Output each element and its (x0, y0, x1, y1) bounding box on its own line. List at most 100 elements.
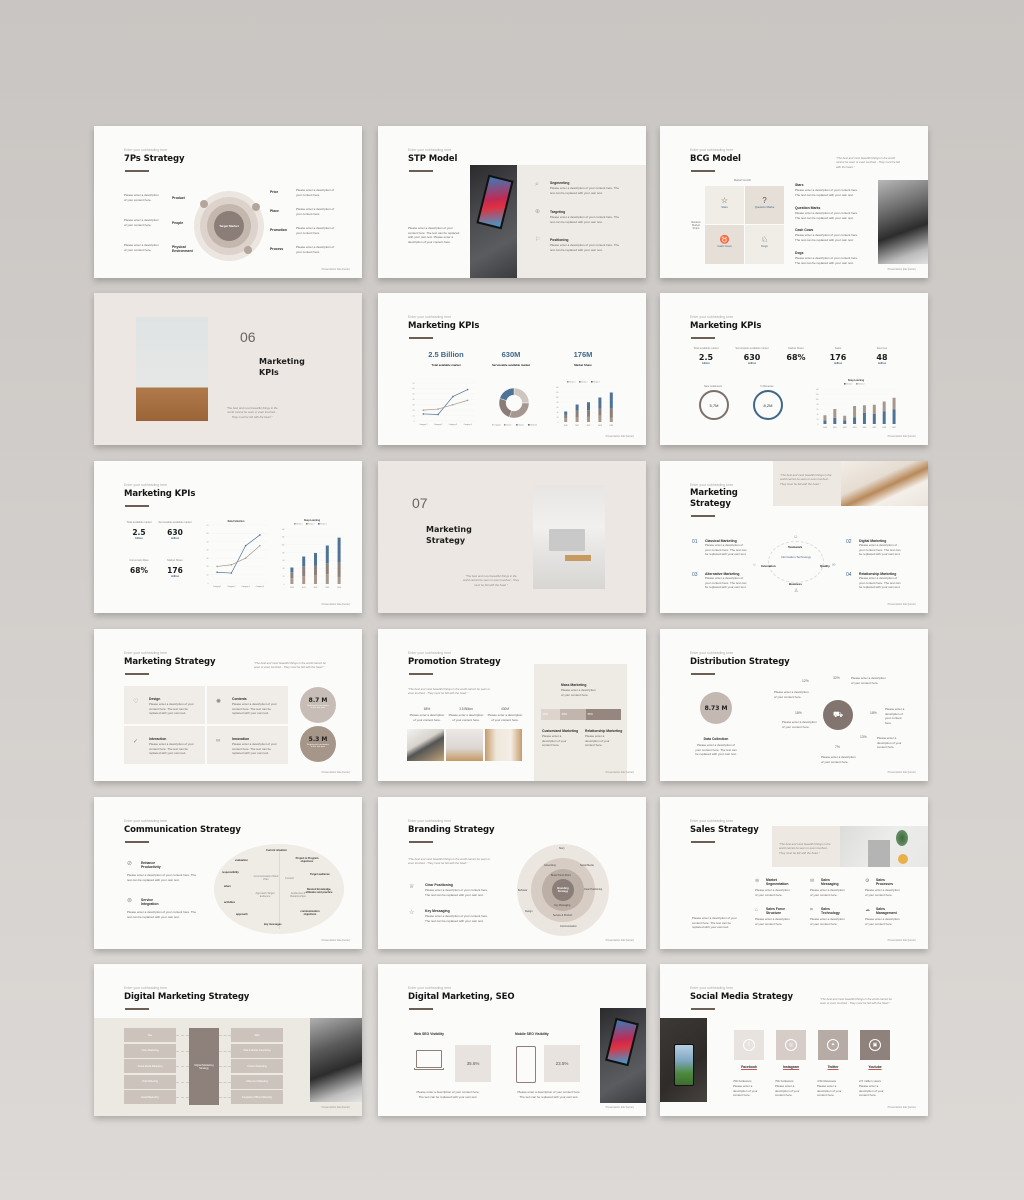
y-tick-label: 60 (557, 407, 559, 409)
section-title: Marketing (426, 525, 472, 534)
legend-label: Social (519, 425, 524, 427)
brand-item-label: Clear Positioning (425, 883, 453, 887)
social-tile[interactable]: f (734, 1030, 764, 1060)
slide-social-media-strategy[interactable]: Enter your subheading here Social Media … (660, 964, 928, 1116)
desc: Please enter a description of your conte… (550, 215, 619, 224)
strategy-cell: ✺ Contents Please enter a description of… (207, 686, 288, 724)
promo-panel-label: Customized Marketing (542, 729, 579, 733)
y-tick-label: 120 (816, 394, 819, 396)
digital-right-box: Integration Offline Marketing (231, 1090, 283, 1105)
bcg-cell-stars[interactable]: ☆ Stars (705, 186, 744, 224)
ring-label: Story (559, 847, 565, 850)
section-number: 06 (240, 329, 256, 345)
slide-digital-marketing-strategy[interactable]: Enter your subheading here Digital Marke… (94, 964, 362, 1116)
kpi-stat: Total available market 2.5 billion (126, 521, 152, 540)
ring-revenue: 8,2M (753, 390, 783, 420)
y-tick-label: 60 (817, 409, 819, 411)
bcg-cell-dogs[interactable]: ♘ Dogs (745, 225, 784, 264)
slide-subtitle: Enter your subheading here (690, 651, 734, 655)
desc: Please enter a description of your conte… (127, 910, 196, 919)
slide-section-07[interactable]: 07 Marketing Strategy "The best and most… (378, 461, 646, 613)
ellipse-label: Audiences & Relationships (290, 892, 306, 898)
quote: "The best and most beautiful things in t… (226, 406, 278, 419)
sales-item: ⌗ Sales Technology Please enter a descri… (810, 907, 845, 926)
digital-right-box: Influencer Marketing (231, 1074, 283, 1089)
slide-stp-model[interactable]: Enter your subheading here STP Model Ple… (378, 126, 646, 278)
data-point (422, 413, 425, 415)
title-underline (691, 515, 715, 517)
kpi-stat: Total available market 2.5 billion (693, 347, 719, 365)
kpi-label: Serviceable available market (491, 363, 531, 367)
pct: 7% (835, 745, 840, 749)
data-point (452, 395, 454, 398)
bcg-item-label: Dogs (795, 251, 804, 255)
y-tick-label: 120 (282, 537, 285, 539)
bar-segment (598, 397, 602, 409)
slide-7ps-strategy[interactable]: Enter your subheading here 7Ps Strategy … (94, 126, 362, 278)
social-label[interactable]: Youtube (860, 1065, 890, 1069)
social-label[interactable]: Instagram (776, 1065, 806, 1069)
slide-marketing-strategy-cycle[interactable]: Enter your subheading here Marketing Str… (660, 461, 928, 613)
slide-title: Communication Strategy (124, 825, 241, 835)
slide-marketing-strategy-grid[interactable]: Enter your subheading here Marketing Str… (94, 629, 362, 781)
slide-subtitle: Enter your subheading here (124, 819, 168, 823)
seo-value: 23.5% (544, 1045, 580, 1082)
ring-label: New customers (704, 385, 722, 388)
bcg-item-label: Stars (795, 183, 804, 187)
slide-branding-strategy[interactable]: Enter your subheading here Branding Stra… (378, 797, 646, 949)
y-tick-label: 20 (557, 417, 559, 419)
y-tick-label: 50 (413, 394, 415, 396)
strategy-cell: ♡ Design Please enter a description of y… (124, 686, 205, 724)
cycle-node: Teamwork (788, 545, 803, 549)
bcg-cell-question-marks[interactable]: ? Question Marks (745, 186, 784, 224)
data-point (244, 557, 247, 559)
slide-title: Marketing KPIs (408, 321, 480, 331)
notebook-shape (868, 840, 890, 867)
y-tick-label: 80 (283, 552, 285, 554)
pct: 13% (860, 735, 867, 739)
title-underline (409, 673, 433, 675)
x-tick-label: Category 3 (449, 423, 457, 426)
instagram-icon: ◎ (785, 1039, 797, 1051)
desc: Please enter a description of your conte… (409, 713, 445, 722)
bar-segment (598, 408, 602, 416)
cycle-node: Innovation (761, 564, 776, 568)
slide-bcg-model[interactable]: Enter your subheading here BCG Model "Th… (660, 126, 928, 278)
kpi-value: 2.5 Billion (428, 350, 464, 359)
slide-marketing-kpis-2[interactable]: Enter your subheading here Marketing KPI… (660, 293, 928, 445)
x-tick-label: Category 1 (419, 423, 427, 426)
social-label[interactable]: Twitter (818, 1065, 848, 1069)
series-line (217, 545, 261, 567)
social-tile[interactable]: ✦ (818, 1030, 848, 1060)
slide-subtitle: Enter your subheading here (408, 315, 452, 319)
truck-icon: ⛟ (823, 700, 853, 730)
slide-marketing-kpis-3[interactable]: Enter your subheading here Marketing KPI… (94, 461, 362, 613)
strategy-cell: ∞ Innovation Please enter a description … (207, 726, 288, 764)
x-tick-label: 2022 (843, 427, 847, 429)
x-tick-label: 2025 (872, 427, 876, 429)
social-tile[interactable]: ◎ (776, 1030, 806, 1060)
ellipse-label: responsibility (222, 871, 239, 874)
bcg-cell-cash-cows[interactable]: ♉ Cash Cows (705, 225, 744, 264)
data-point (259, 534, 261, 536)
slide-title: Promotion Strategy (408, 657, 501, 667)
p-label: Price (270, 190, 279, 194)
slide-promotion-strategy[interactable]: Enter your subheading here Promotion Str… (378, 629, 646, 781)
slide-marketing-kpis-1[interactable]: Enter your subheading here Marketing KPI… (378, 293, 646, 445)
slide-distribution-strategy[interactable]: Enter your subheading here Distribution … (660, 629, 928, 781)
social-tile[interactable]: ▣ (860, 1030, 890, 1060)
slide-sales-strategy[interactable]: Enter your subheading here Sales Strateg… (660, 797, 928, 949)
slide-communication-strategy[interactable]: Enter your subheading here Communication… (94, 797, 362, 949)
bar-segment (325, 574, 329, 584)
cow-icon: ♉ (719, 235, 730, 244)
p-label: Promotion (270, 228, 287, 232)
ring-label: Service & Product (553, 914, 573, 917)
tablet-screen (605, 1017, 639, 1067)
social-label[interactable]: Facebook (734, 1065, 764, 1069)
bar-segment (290, 578, 294, 584)
digital-right-box: Paid & Mobile Advertising (231, 1043, 283, 1058)
facebook-icon: f (743, 1039, 755, 1051)
slide-digital-marketing-seo[interactable]: Enter your subheading here Digital Marke… (378, 964, 646, 1116)
stp-label: Positioning (550, 238, 569, 242)
slide-section-06[interactable]: 06 Marketing KPIs "The best and most bea… (94, 293, 362, 445)
